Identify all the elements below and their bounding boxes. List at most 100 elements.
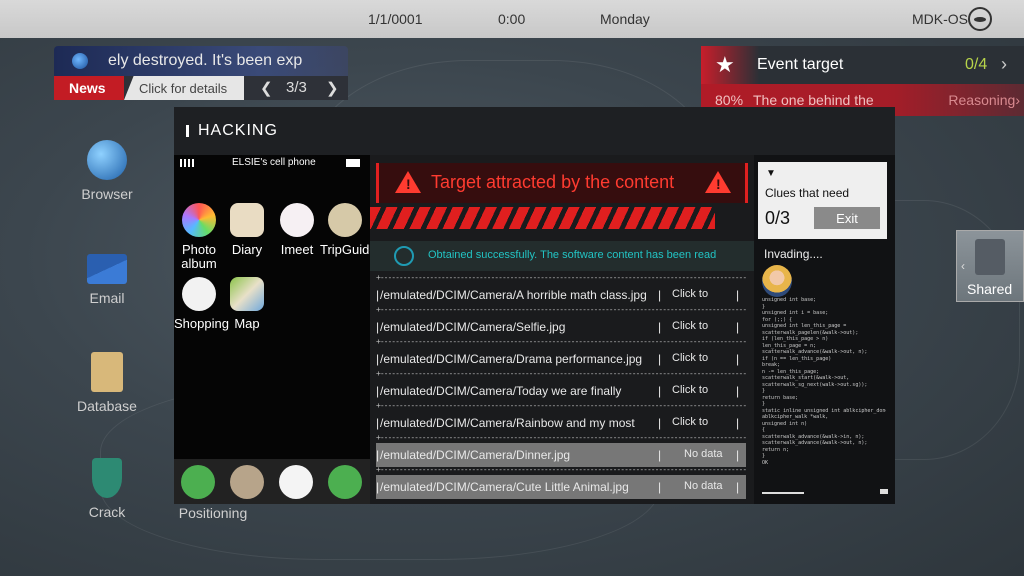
event-description: The one behind the	[753, 92, 874, 108]
file-row-nodata: | /emulated/DCIM/Camera/Cute Little Anim…	[376, 475, 746, 499]
document-icon	[975, 239, 1005, 275]
chat-icon	[280, 203, 314, 237]
time-display: 0:00	[498, 11, 526, 27]
warning-icon	[705, 171, 731, 193]
news-details-button[interactable]: Click for details	[124, 76, 244, 100]
file-action[interactable]: Click to	[672, 320, 708, 332]
news-next-button[interactable]: ❯	[326, 79, 339, 97]
title-marker	[186, 125, 189, 137]
avatar	[762, 265, 792, 297]
app-map[interactable]: Map	[222, 277, 272, 331]
news-ticker[interactable]: ely destroyed. It's been exp	[54, 46, 348, 76]
messages-icon[interactable]	[328, 465, 362, 499]
divider: +---------------------------------------…	[376, 433, 746, 441]
desktop-icon-label: Email	[89, 290, 125, 306]
file-path: /emulated/DCIM/Camera/A horrible math cl…	[380, 288, 647, 302]
warning-stripes	[370, 207, 715, 229]
news-label: News	[54, 76, 124, 100]
contacts-icon[interactable]	[230, 465, 264, 499]
hack-console: Target attracted by the content Obtained…	[370, 155, 754, 504]
success-banner: Obtained successfully. The software cont…	[370, 241, 754, 271]
divider: +---------------------------------------…	[376, 273, 746, 281]
desktop-icon-label: Crack	[88, 504, 126, 520]
app-label: Map	[234, 316, 260, 331]
app-photo-album[interactable]: Photo album	[174, 203, 224, 271]
file-path: /emulated/DCIM/Camera/Dinner.jpg	[380, 448, 571, 462]
desktop-icon-positioning[interactable]: Positioning	[170, 505, 256, 521]
chevron-left-icon[interactable]: ‹	[961, 259, 965, 273]
scrollbar[interactable]	[762, 492, 804, 494]
app-label: Diary	[231, 242, 263, 257]
phone-status-bar: ELSIE's cell phone	[174, 155, 370, 171]
news-controls: News Click for details ❮ 3/3 ❯	[54, 76, 348, 100]
exit-button[interactable]: Exit	[814, 207, 880, 229]
file-action[interactable]: Click to	[672, 416, 708, 428]
desktop-icon-label: Browser	[81, 186, 133, 202]
clues-count: 0/3	[765, 208, 791, 228]
database-icon	[91, 352, 123, 392]
desktop-icon-browser[interactable]: Browser	[72, 140, 142, 202]
phone-screen: ELSIE's cell phone Photo album Diary Ime…	[174, 155, 377, 504]
app-tripguide[interactable]: TripGuide	[320, 203, 377, 257]
file-row-nodata: | /emulated/DCIM/Camera/Dinner.jpg | No …	[376, 443, 746, 467]
file-path: /emulated/DCIM/Camera/Today we are final…	[380, 384, 622, 398]
plane-icon	[328, 203, 362, 237]
phone-name: ELSIE's cell phone	[232, 157, 316, 168]
file-action[interactable]: Click to	[672, 384, 708, 396]
file-row[interactable]: | /emulated/DCIM/Camera/A horrible math …	[376, 283, 746, 307]
star-icon: ★	[715, 52, 735, 77]
shared-label: Shared	[967, 281, 1013, 297]
desktop-icon-database[interactable]: Database	[72, 352, 142, 414]
reasoning-link[interactable]: Reasoning›	[948, 92, 1020, 108]
desktop-icon-label: Database	[77, 398, 137, 414]
eye-icon[interactable]	[968, 7, 992, 31]
divider: +---------------------------------------…	[376, 369, 746, 377]
phone-dock	[174, 459, 370, 504]
app-imeet[interactable]: Imeet	[272, 203, 322, 257]
file-path: /emulated/DCIM/Camera/Drama performance.…	[380, 352, 643, 366]
divider: +---------------------------------------…	[376, 465, 746, 473]
app-label: Photo album	[181, 242, 217, 271]
weekday-display: Monday	[600, 11, 650, 27]
app-label: Imeet	[280, 242, 314, 257]
divider: +---------------------------------------…	[376, 401, 746, 409]
news-panel: ely destroyed. It's been exp News Click …	[54, 46, 348, 100]
file-path: /emulated/DCIM/Camera/Cute Little Animal…	[380, 480, 629, 494]
chevron-right-icon[interactable]: ›	[1001, 54, 1007, 75]
divider: +---------------------------------------…	[376, 337, 746, 345]
divider: +---------------------------------------…	[376, 305, 746, 313]
os-name: MDK-OS	[912, 11, 968, 27]
file-status: No data	[684, 448, 723, 460]
phone-icon[interactable]	[181, 465, 215, 499]
code-log: unsigned int base; } unsigned int i = ba…	[762, 297, 886, 466]
file-row[interactable]: | /emulated/DCIM/Camera/Rainbow and my m…	[376, 411, 746, 435]
file-path: /emulated/DCIM/Camera/Selfie.jpg	[380, 320, 566, 334]
file-action[interactable]: Click to	[672, 288, 708, 300]
file-row[interactable]: | /emulated/DCIM/Camera/Drama performanc…	[376, 347, 746, 371]
scroll-handle[interactable]	[880, 489, 888, 494]
file-row[interactable]: | /emulated/DCIM/Camera/Selfie.jpg | Cli…	[376, 315, 746, 339]
news-prev-button[interactable]: ❮	[260, 79, 273, 97]
hacking-titlebar: HACKING	[174, 107, 895, 155]
success-text: Obtained successfully. The software cont…	[428, 249, 717, 261]
book-icon	[230, 203, 264, 237]
news-page-indicator: 3/3	[286, 79, 307, 96]
clues-label: Clues that need	[765, 186, 850, 200]
app-label: Shopping	[174, 316, 229, 331]
app-diary[interactable]: Diary	[222, 203, 272, 257]
globe-icon	[87, 140, 127, 180]
warning-banner: Target attracted by the content	[376, 163, 748, 203]
desktop-icon-label: Positioning	[178, 505, 248, 521]
desktop-icon-email[interactable]: Email	[72, 248, 142, 306]
file-row[interactable]: | /emulated/DCIM/Camera/Today we are fin…	[376, 379, 746, 403]
google-icon[interactable]	[279, 465, 313, 499]
shopping-icon	[182, 277, 216, 311]
file-action[interactable]: Click to	[672, 352, 708, 364]
shared-panel[interactable]: ‹ Shared	[956, 230, 1024, 302]
app-shopping[interactable]: Shopping	[174, 277, 229, 331]
shield-icon	[92, 458, 122, 498]
status-bar: 1/1/0001 0:00 Monday MDK-OS	[0, 0, 1024, 38]
desktop-icon-crack[interactable]: Crack	[72, 458, 142, 520]
map-icon	[230, 277, 264, 311]
event-target-panel[interactable]: ★ Event target 0/4 › 80% The one behind …	[701, 46, 1024, 116]
